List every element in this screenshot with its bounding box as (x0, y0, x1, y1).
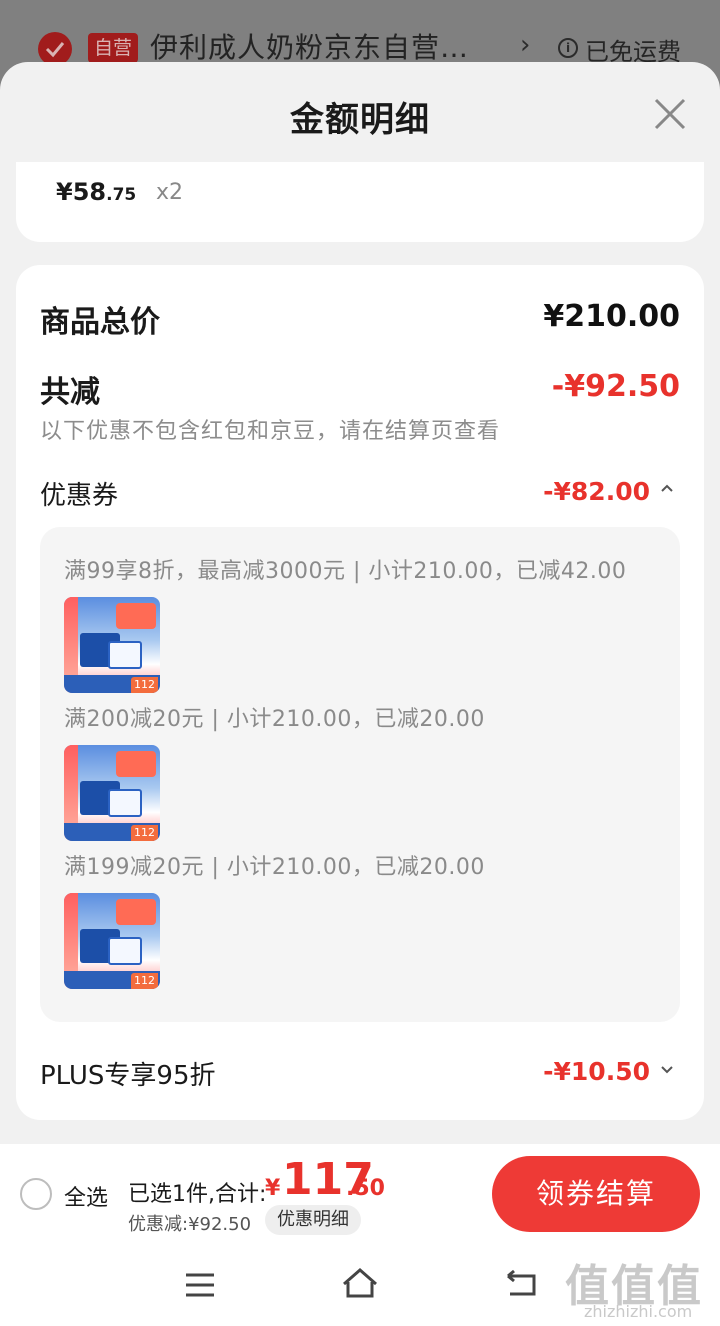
plus-discount-label[interactable]: PLUS专享95折 (40, 1055, 216, 1092)
amount-detail-sheet: 金额明细 ¥58.75 x2 商品总价 ¥210.00 共减 -¥92.50 以… (0, 62, 720, 1144)
goods-total-value: ¥210.00 (543, 299, 680, 334)
sheet-title: 金额明细 (290, 100, 430, 140)
total-reduction-value: -¥92.50 (551, 369, 680, 404)
plus-discount-value[interactable]: -¥10.50 (543, 1057, 650, 1086)
coupon-rule: 满200减20元 | 小计210.00，已减20.00 (64, 707, 485, 732)
chevron-right-icon: › (520, 30, 531, 60)
select-all-label[interactable]: 全选 (64, 1180, 108, 1212)
total-amount-decimal: .50 (346, 1176, 385, 1201)
home-icon[interactable] (340, 1266, 380, 1300)
quantity: x2 (156, 180, 184, 205)
checkout-bar: 全选 已选1件,合计: ¥ 117 .50 优惠减:¥92.50 优惠明细 领券… (0, 1144, 720, 1244)
goods-total-label: 商品总价 (40, 305, 160, 340)
product-thumbnail[interactable]: 112 (64, 893, 160, 989)
product-thumbnail[interactable]: 112 (64, 597, 160, 693)
coupon-value[interactable]: -¥82.00 (543, 477, 650, 506)
chevron-up-icon[interactable] (660, 483, 674, 493)
product-thumbnail[interactable]: 112 (64, 745, 160, 841)
close-icon[interactable] (650, 94, 690, 134)
checkout-button[interactable]: 领券结算 (492, 1156, 700, 1232)
discount-detail-button[interactable]: 优惠明细 (265, 1205, 361, 1235)
menu-icon[interactable] (184, 1272, 216, 1298)
chevron-down-icon[interactable] (660, 1065, 674, 1075)
system-navigation-bar: 值值值 zhizhizhi.com (0, 1244, 720, 1326)
back-icon[interactable] (502, 1268, 538, 1298)
store-title: 伊利成人奶粉京东自营… (150, 31, 470, 64)
coupon-detail-box: 满99享8折，最高减3000元 | 小计210.00，已减42.00 112 满… (40, 527, 680, 1022)
coupon-rule: 满99享8折，最高减3000元 | 小计210.00，已减42.00 (64, 559, 627, 584)
watermark-url: zhizhizhi.com (584, 1302, 693, 1321)
price-breakdown-card: 商品总价 ¥210.00 共减 -¥92.50 以下优惠不包含红包和京豆，请在结… (16, 265, 704, 1120)
info-icon: i (558, 38, 578, 58)
product-price-card: ¥58.75 x2 (16, 162, 704, 242)
unit-price: ¥58.75 (56, 178, 137, 206)
checked-icon (38, 32, 72, 66)
coupon-rule: 满199减20元 | 小计210.00，已减20.00 (64, 855, 485, 880)
select-all-checkbox[interactable] (20, 1178, 52, 1210)
total-currency: ¥ (265, 1176, 281, 1201)
selected-count: 已选1件,合计: (128, 1182, 267, 1207)
coupon-label[interactable]: 优惠券 (40, 475, 118, 512)
reduction-note: 以下优惠不包含红包和京豆，请在结算页查看 (40, 419, 501, 444)
self-operated-badge: 自营 (88, 33, 139, 63)
discount-amount: 优惠减:¥92.50 (128, 1214, 252, 1235)
total-reduction-label: 共减 (40, 375, 100, 410)
